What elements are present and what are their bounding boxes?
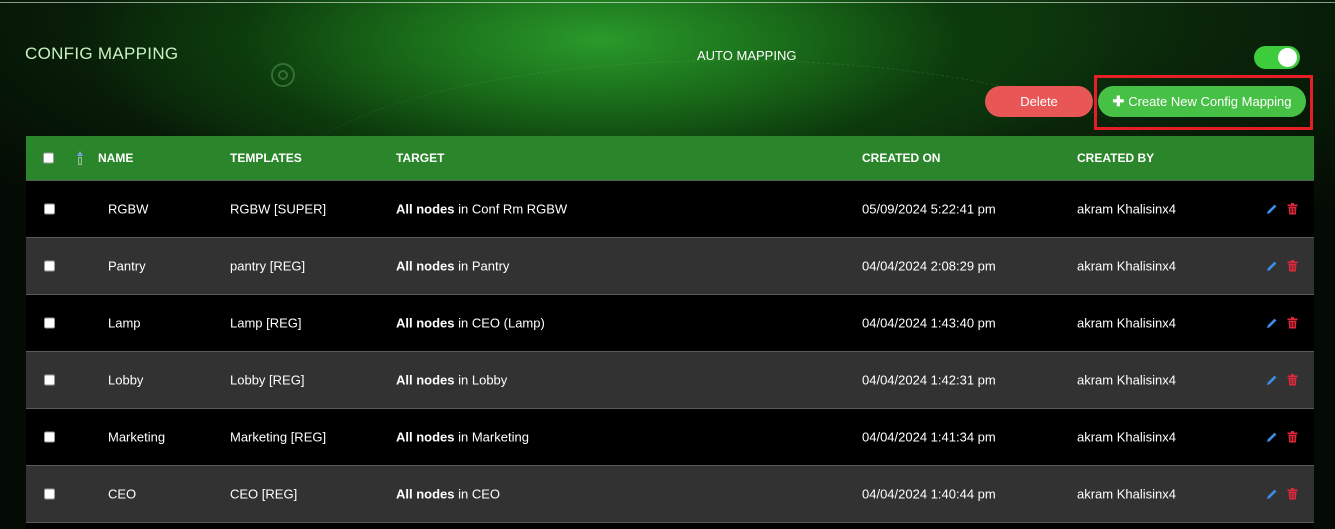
toggle-knob [1278, 48, 1297, 67]
row-target: All nodes in Conf Rm RGBW [396, 202, 567, 217]
delete-icon[interactable] [1287, 431, 1298, 443]
row-target-location: in CEO [454, 486, 501, 502]
row-target-location: in Pantry [454, 258, 510, 274]
row-name: CEO [108, 486, 137, 502]
column-header-name[interactable]: NAME [98, 151, 133, 165]
row-actions [1266, 374, 1298, 386]
edit-icon[interactable] [1266, 317, 1278, 329]
delete-button[interactable]: Delete [985, 86, 1093, 117]
row-template: Marketing [REG] [230, 429, 327, 445]
row-target: All nodes in Marketing [396, 430, 529, 445]
row-created-on: 04/04/2024 1:43:40 pm [862, 315, 996, 331]
row-actions [1266, 488, 1298, 500]
row-created-on: 04/04/2024 2:08:29 pm [862, 258, 996, 274]
row-created-on: 05/09/2024 5:22:41 pm [862, 201, 996, 217]
plus-icon: ✚ [1112, 93, 1125, 109]
table-row: Marketing Marketing [REG] All nodes in M… [26, 408, 1314, 465]
row-target-location: in Marketing [454, 429, 529, 445]
row-name: Lamp [108, 315, 141, 331]
row-checkbox[interactable] [44, 431, 55, 443]
row-target: All nodes in CEO (Lamp) [396, 316, 545, 331]
table-row: Lobby Lobby [REG] All nodes in Lobby 04/… [26, 351, 1314, 408]
row-name: Pantry [108, 258, 146, 274]
row-checkbox[interactable] [44, 317, 55, 329]
row-target-scope: All nodes [396, 201, 455, 217]
row-target-scope: All nodes [396, 258, 455, 274]
row-target: All nodes in Lobby [396, 373, 507, 388]
table-row-partial [26, 522, 1314, 529]
row-actions [1266, 317, 1298, 329]
sort-icon[interactable] [77, 151, 83, 165]
delete-icon[interactable] [1287, 203, 1298, 215]
row-target-scope: All nodes [396, 429, 455, 445]
row-template: Lobby [REG] [230, 372, 305, 388]
row-target-scope: All nodes [396, 315, 455, 331]
row-template: CEO [REG] [230, 486, 298, 502]
select-all-checkbox[interactable] [43, 152, 54, 164]
row-target: All nodes in CEO [396, 487, 500, 502]
table-row: Pantry pantry [REG] All nodes in Pantry … [26, 237, 1314, 294]
row-target-location: in Conf Rm RGBW [454, 201, 568, 217]
edit-icon[interactable] [1266, 260, 1278, 272]
row-template: RGBW [SUPER] [230, 201, 327, 217]
row-created-by: akram Khalisinx4 [1077, 258, 1176, 274]
column-header-templates[interactable]: TEMPLATES [230, 151, 302, 165]
edit-icon[interactable] [1266, 488, 1278, 500]
table-row: Lamp Lamp [REG] All nodes in CEO (Lamp) … [26, 294, 1314, 351]
row-checkbox[interactable] [44, 488, 55, 500]
row-actions [1266, 431, 1298, 443]
row-checkbox[interactable] [44, 203, 55, 215]
row-target-scope: All nodes [396, 372, 455, 388]
column-header-created-on[interactable]: CREATED ON [862, 151, 940, 165]
delete-icon[interactable] [1287, 374, 1298, 386]
row-target: All nodes in Pantry [396, 259, 509, 274]
background-decoration-circle [271, 63, 295, 87]
row-checkbox[interactable] [44, 260, 55, 272]
config-mapping-page: CONFIG MAPPING AUTO MAPPING Delete ✚ Cre… [0, 0, 1335, 529]
edit-icon[interactable] [1266, 203, 1278, 215]
table-row: RGBW RGBW [SUPER] All nodes in Conf Rm R… [26, 180, 1314, 237]
row-name: Marketing [108, 429, 166, 445]
row-template: pantry [REG] [230, 258, 306, 274]
delete-icon[interactable] [1287, 488, 1298, 500]
row-target-location: in CEO (Lamp) [454, 315, 545, 331]
table-header: NAME TEMPLATES TARGET CREATED ON CREATED… [26, 136, 1314, 180]
row-created-by: akram Khalisinx4 [1077, 429, 1176, 445]
column-header-created-by[interactable]: CREATED BY [1077, 151, 1154, 165]
table-row: CEO CEO [REG] All nodes in CEO 04/04/202… [26, 465, 1314, 522]
row-created-on: 04/04/2024 1:41:34 pm [862, 429, 996, 445]
row-created-by: akram Khalisinx4 [1077, 372, 1176, 388]
edit-icon[interactable] [1266, 431, 1278, 443]
row-created-on: 04/04/2024 1:40:44 pm [862, 486, 996, 502]
row-checkbox[interactable] [44, 374, 55, 386]
top-divider [0, 2, 1335, 3]
row-created-by: akram Khalisinx4 [1077, 486, 1176, 502]
delete-icon[interactable] [1287, 317, 1298, 329]
page-title: CONFIG MAPPING [25, 44, 179, 63]
row-name: Lobby [108, 372, 144, 388]
row-target-location: in Lobby [454, 372, 508, 388]
row-created-by: akram Khalisinx4 [1077, 201, 1176, 217]
row-created-by: akram Khalisinx4 [1077, 315, 1176, 331]
row-template: Lamp [REG] [230, 315, 302, 331]
row-name: RGBW [108, 201, 149, 217]
auto-mapping-toggle[interactable] [1254, 46, 1300, 69]
row-target-scope: All nodes [396, 486, 455, 502]
row-actions [1266, 203, 1298, 215]
row-created-on: 04/04/2024 1:42:31 pm [862, 372, 996, 388]
create-button-label: Create New Config Mapping [1128, 94, 1292, 109]
column-header-target[interactable]: TARGET [396, 151, 444, 165]
delete-icon[interactable] [1287, 260, 1298, 272]
auto-mapping-label: AUTO MAPPING [697, 48, 797, 63]
edit-icon[interactable] [1266, 374, 1278, 386]
row-actions [1266, 260, 1298, 272]
create-config-mapping-button[interactable]: ✚ Create New Config Mapping [1098, 86, 1306, 117]
config-mapping-table: NAME TEMPLATES TARGET CREATED ON CREATED… [26, 136, 1314, 529]
